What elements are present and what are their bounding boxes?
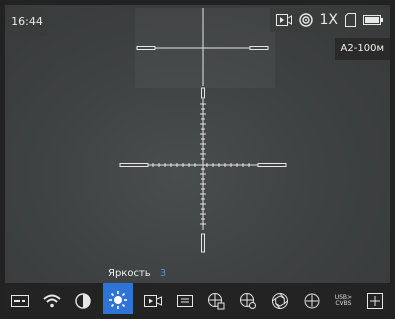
thermal-view: 16:44 1X A2-100м Яркость 3 USB> CVBS [0,0,395,319]
aperture-icon [271,293,288,309]
display-icon [176,295,193,307]
zoom-level: 1X [319,12,339,28]
sd-card-icon [345,13,356,27]
usb-cvbs-icon: USB> CVBS [334,294,353,307]
wifi-button[interactable] [40,286,64,316]
wifi-icon [42,294,61,308]
zeroing-button[interactable] [204,286,228,316]
contrast-button[interactable] [71,286,95,316]
shutter-button[interactable] [268,286,292,316]
reticle-icon [304,293,320,309]
calibration-icon [240,293,257,309]
clock: 16:44 [7,8,47,36]
bottom-toolbar: USB> CVBS [0,283,395,319]
plus-box-icon [367,293,384,309]
image-mode-button[interactable] [8,286,32,316]
video-button[interactable] [141,286,165,316]
brightness-value: 3 [159,268,167,279]
video-record-icon [143,295,162,307]
battery-icon [363,15,383,25]
zeroing-icon [208,293,225,310]
reticle-button[interactable] [300,286,324,316]
sun-icon [109,291,128,309]
status-bar: 1X [269,8,389,32]
calibration-button[interactable] [236,286,260,316]
contrast-icon [75,293,92,309]
brightness-label: Яркость [108,268,151,279]
more-button[interactable] [363,286,387,316]
brightness-button[interactable] [103,283,134,317]
hotspot-icon [298,13,313,27]
zeroing-profile: A2-100м [334,38,390,60]
video-record-icon [275,14,292,26]
image-mode-icon [10,295,29,307]
display-button[interactable] [173,286,197,316]
usb-cvbs-button[interactable]: USB> CVBS [331,286,355,316]
brightness-indicator: Яркость 3 [108,268,166,279]
